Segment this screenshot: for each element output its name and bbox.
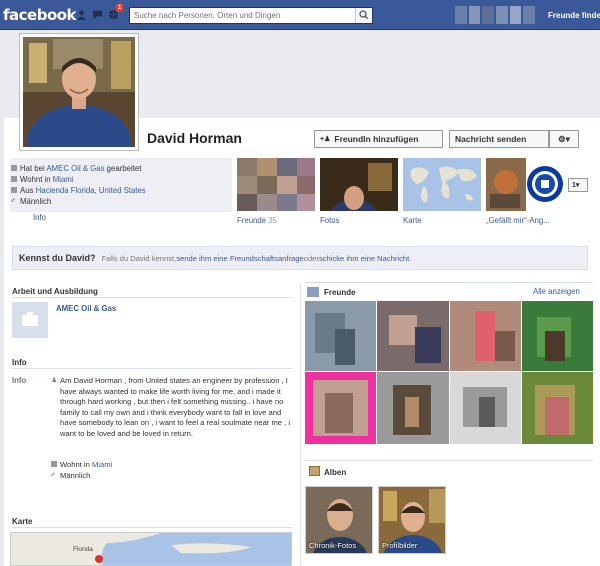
show-all-friends-link[interactable]: Alle anzeigen (533, 287, 580, 296)
map-tile[interactable] (403, 158, 481, 211)
map-section-title: Karte (12, 517, 33, 526)
about-lives-in: Wohnt in Miami (51, 460, 112, 469)
album-label-timeline: Chronik-Fotos (309, 541, 357, 550)
album-profile-pictures[interactable]: Profilbilder (378, 486, 446, 554)
profile-photo-image (23, 37, 135, 147)
info-tab-link[interactable]: Info (33, 213, 46, 222)
florida-map-image (11, 533, 291, 565)
gender-line: ♂ Männlich (10, 196, 52, 206)
hometown-link[interactable]: Hacienda Florida, United States (36, 186, 146, 195)
add-friend-icon: +♟ (320, 136, 331, 143)
friends-tile-label[interactable]: Freunde 35 (237, 216, 277, 225)
gender-icon: ♂ (10, 196, 16, 205)
home-icon (51, 461, 57, 467)
friends-section-title: Freunde (324, 288, 356, 297)
send-message-button[interactable]: Nachricht senden (449, 130, 549, 148)
messages-icon[interactable] (92, 9, 103, 20)
notification-count-badge: 1 (116, 4, 124, 12)
location-pin-icon (11, 187, 17, 193)
info-label: Info (12, 376, 27, 385)
lives-in-line: Wohnt in Miami (11, 175, 74, 184)
know-david-title: Kennst du David? (19, 253, 96, 263)
photos-tile[interactable] (320, 158, 398, 211)
work-separator (12, 297, 292, 298)
friends-tile[interactable] (237, 158, 315, 211)
lives-in-link[interactable]: Miami (53, 175, 74, 184)
world-map-image (403, 158, 481, 211)
friend-requests-icon[interactable] (76, 9, 87, 20)
tiles-more-button[interactable]: 1 ▾ (568, 178, 588, 192)
work-company-name[interactable]: AMEC Oil & Gas (56, 304, 116, 313)
briefcase-icon (11, 165, 17, 171)
info-separator (12, 368, 292, 369)
likes-tile-image (486, 158, 564, 211)
briefcase-icon (22, 312, 38, 326)
from-line: Aus Hacienda Florida, United States (11, 186, 146, 195)
likes-tile-label[interactable]: „Gefällt mir“-Ang... (486, 216, 550, 225)
person-icon: ♟ (51, 377, 58, 384)
intro-info-box: Hat bei AMEC Oil & Gas gearbeitet Wohnt … (10, 158, 232, 212)
facebook-logo[interactable]: facebook (3, 6, 77, 24)
about-lives-in-link[interactable]: Miami (92, 460, 112, 469)
friends-icon (307, 287, 319, 297)
search-button[interactable] (355, 8, 372, 23)
photos-tile-image (320, 158, 398, 211)
more-options-button[interactable]: ⚙▾ (549, 130, 579, 148)
about-text: ♟ Am David Horman , from United states a… (51, 376, 291, 438)
map-preview[interactable]: Florida (10, 532, 292, 566)
profile-picture[interactable] (19, 33, 139, 151)
gear-icon: ⚙▾ (558, 133, 570, 144)
friends-tile-image (237, 158, 315, 211)
top-navigation-bar: facebook 1 Freunde finden (0, 0, 600, 30)
likes-tile[interactable] (486, 158, 564, 211)
albums-section-title: Alben (324, 468, 347, 477)
albums-top-separator (305, 460, 593, 461)
know-david-prompt: Kennst du David? Falls du David kennst, … (12, 246, 588, 270)
profile-page: David Horman +♟ FreundIn hinzufügen Nach… (4, 30, 600, 566)
profile-name: David Horman (147, 130, 242, 146)
gender-icon: ♂ (50, 470, 56, 479)
friends-top-separator (305, 282, 593, 283)
map-place-label: Florida (73, 546, 93, 553)
friends-photos[interactable] (305, 301, 593, 444)
send-message-link[interactable]: schicke ihm eine Nachricht (319, 254, 409, 263)
find-friends-link[interactable]: Freunde finden (548, 11, 600, 20)
map-tile-label[interactable]: Karte (403, 216, 422, 225)
info-section-title: Info (12, 358, 27, 367)
search-box[interactable] (129, 7, 373, 24)
column-divider (300, 283, 301, 566)
about-gender: ♂ Männlich (50, 470, 91, 480)
album-timeline-photos[interactable]: Chronik-Fotos (305, 486, 373, 554)
photos-tile-label[interactable]: Fotos (320, 216, 340, 225)
home-icon (11, 176, 17, 182)
work-education-title: Arbeit und Ausbildung (12, 287, 98, 296)
search-input[interactable] (130, 8, 354, 23)
chevron-down-icon: ▾ (575, 182, 580, 189)
work-company-link[interactable]: AMEC Oil & Gas (46, 164, 104, 173)
search-icon (359, 10, 369, 20)
user-profile-thumbnail[interactable] (455, 6, 536, 24)
map-separator (12, 527, 292, 528)
add-friend-button[interactable]: +♟ FreundIn hinzufügen (314, 130, 443, 148)
albums-icon (309, 466, 320, 476)
work-info-line: Hat bei AMEC Oil & Gas gearbeitet (11, 164, 141, 173)
send-friend-request-link[interactable]: sende ihm eine Freundschaftsanfrage (176, 254, 304, 263)
album-label-profile: Profilbilder (382, 541, 418, 550)
friends-grid (305, 301, 593, 444)
company-logo-placeholder[interactable] (12, 302, 48, 338)
